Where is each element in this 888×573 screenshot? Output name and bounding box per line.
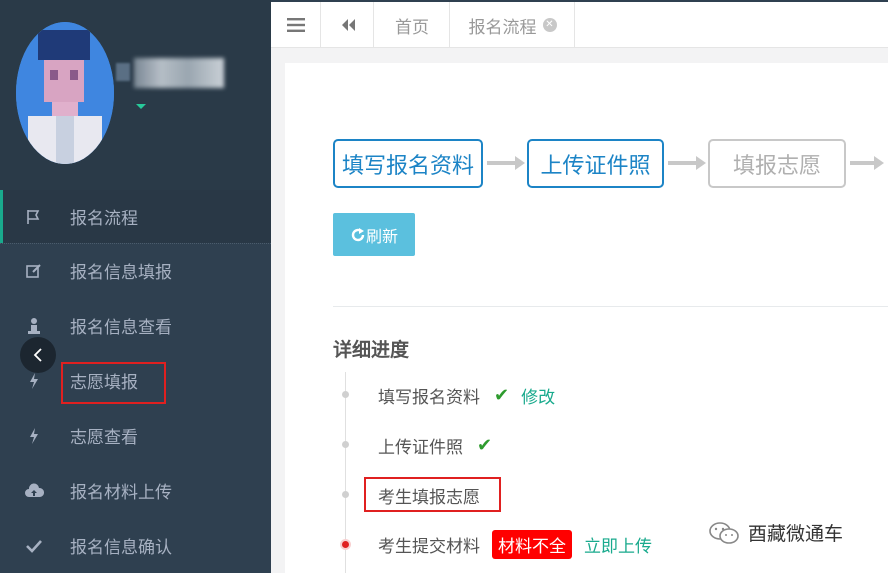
sidebar-item-label: 志愿查看	[70, 428, 138, 448]
sidebar-item-label: 报名信息填报	[70, 263, 172, 283]
tabs-scroll-left-button[interactable]	[322, 2, 374, 48]
annotation-highlight-box	[364, 477, 501, 512]
bolt-icon	[24, 426, 44, 446]
step-upload-photo[interactable]: 上传证件照	[527, 139, 664, 188]
flag-icon	[24, 207, 44, 227]
progress-item-label: 填写报名资料	[378, 388, 480, 408]
timeline-dot	[342, 391, 349, 398]
refresh-button[interactable]: 刷新	[333, 213, 415, 256]
sidebar-item-material-upload[interactable]: 报名材料上传	[0, 463, 271, 518]
cloud-upload-icon	[24, 481, 44, 501]
tab-registration-process[interactable]: 报名流程 ✕	[451, 2, 575, 50]
step-label: 填报志愿	[732, 153, 821, 179]
bolt-icon	[24, 371, 44, 391]
status-badge: 材料不全	[492, 530, 572, 559]
step-fill-info[interactable]: 填写报名资料	[333, 139, 483, 188]
top-tabs-bar: 首页 报名流程 ✕	[271, 0, 888, 50]
progress-item: 上传证件照 ✔	[378, 433, 492, 458]
progress-item-label: 上传证件照	[378, 438, 463, 458]
upload-now-link[interactable]: 立即上传	[584, 532, 652, 557]
watermark-text: 酉藏微通车	[748, 523, 844, 545]
tab-label: 报名流程	[468, 17, 537, 38]
menu-toggle-button[interactable]	[271, 2, 321, 48]
caret-down-icon[interactable]	[136, 104, 146, 109]
wechat-icon	[709, 521, 739, 544]
hamburger-icon	[286, 18, 305, 32]
progress-title: 详细进度	[333, 339, 410, 361]
modify-link[interactable]: 修改	[521, 383, 555, 408]
user-icon	[24, 316, 44, 336]
refresh-label: 刷新	[365, 226, 398, 246]
progress-item: 填写报名资料 ✔ 修改	[378, 383, 555, 408]
check-icon: ✔	[494, 385, 510, 406]
refresh-icon	[351, 227, 365, 241]
tab-label: 首页	[395, 17, 429, 38]
close-icon[interactable]: ✕	[542, 18, 557, 32]
watermark: 酉藏微通车	[708, 519, 843, 546]
timeline-dot	[342, 491, 349, 498]
collapse-sidebar-button[interactable]	[20, 337, 56, 373]
check-icon	[24, 536, 44, 556]
tab-home[interactable]: 首页	[375, 2, 450, 48]
progress-item: 考生提交材料 材料不全 立即上传	[378, 530, 652, 559]
avatar[interactable]	[16, 22, 114, 164]
arrow-right-icon	[668, 156, 706, 170]
step-fill-volunteer[interactable]: 填报志愿	[708, 139, 846, 188]
check-icon: ✔	[477, 435, 493, 456]
progress-item-label: 考生提交材料	[378, 537, 480, 557]
timeline-dot-current	[342, 541, 349, 548]
sidebar-item-label: 报名流程	[70, 209, 138, 229]
sidebar: 报名流程 报名信息填报 报名信息查看 志愿填报 志愿查看 报名材料上传 报名信息…	[0, 0, 271, 573]
sidebar-item-label: 报名信息确认	[70, 538, 172, 558]
step-label: 填写报名资料	[341, 153, 474, 179]
edit-icon	[24, 261, 44, 281]
sidebar-item-info-fill[interactable]: 报名信息填报	[0, 243, 271, 298]
double-chevron-left-icon	[341, 19, 355, 31]
username-blur-prefix	[116, 63, 130, 81]
chevron-left-icon	[33, 348, 42, 362]
divider	[333, 306, 888, 307]
arrow-right-icon	[487, 156, 525, 170]
profile-area	[0, 0, 271, 190]
sidebar-item-registration-process[interactable]: 报名流程	[0, 190, 271, 243]
arrow-right-icon	[850, 156, 884, 170]
step-label: 上传证件照	[540, 153, 651, 179]
sidebar-item-volunteer-view[interactable]: 志愿查看	[0, 408, 271, 463]
timeline-dot	[342, 441, 349, 448]
sidebar-item-info-confirm[interactable]: 报名信息确认	[0, 518, 271, 573]
username	[134, 58, 224, 88]
annotation-highlight-box	[61, 362, 166, 404]
sidebar-item-label: 报名材料上传	[70, 483, 172, 503]
sidebar-item-label: 报名信息查看	[70, 318, 172, 338]
divider	[0, 243, 271, 244]
